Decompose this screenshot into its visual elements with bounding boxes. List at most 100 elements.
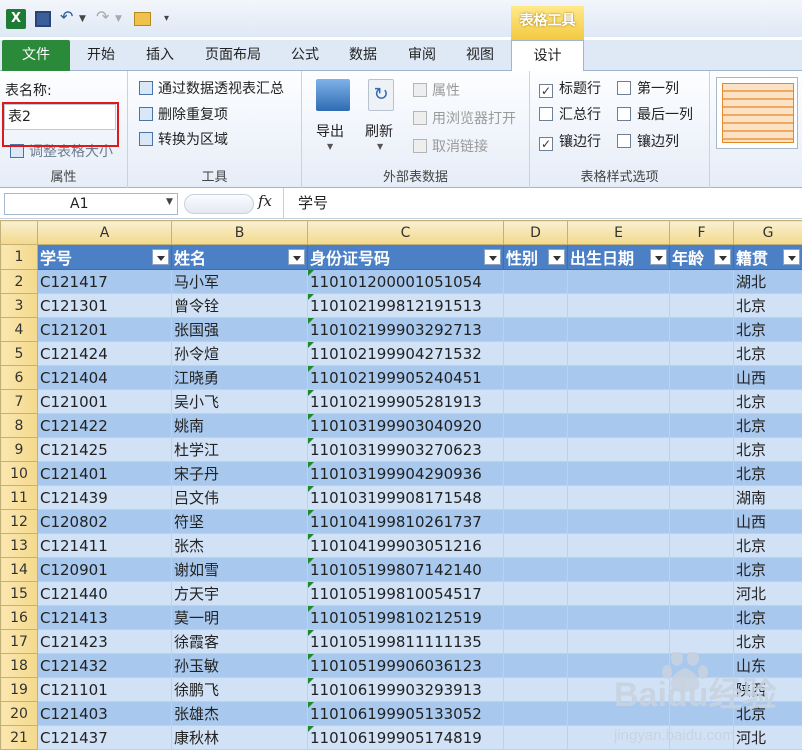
table-cell[interactable]: C121404 [38,366,172,390]
table-cell[interactable] [670,486,734,510]
table-cell[interactable]: 曾令铨 [172,294,308,318]
table-cell[interactable] [568,630,670,654]
insert-function-icon[interactable]: fx [258,192,272,210]
table-cell[interactable]: 莫一明 [172,606,308,630]
table-cell[interactable]: 110104199903051216 [308,534,504,558]
tab-insert[interactable]: 插入 [138,40,182,71]
undo-dropdown-icon[interactable]: ▼ [79,14,86,24]
row-header-11[interactable]: 11 [1,486,38,510]
customize-toolbar-icon[interactable]: ▾ [164,13,169,24]
table-cell[interactable] [670,534,734,558]
table-style-gallery[interactable] [716,77,798,149]
table-cell[interactable] [568,390,670,414]
table-cell[interactable] [568,582,670,606]
first-column-checkbox[interactable]: 第一列 [617,78,679,98]
row-header-4[interactable]: 4 [1,318,38,342]
row-header-3[interactable]: 3 [1,294,38,318]
table-cell[interactable]: C121440 [38,582,172,606]
table-cell[interactable]: 110106199905133052 [308,702,504,726]
table-cell[interactable]: C121417 [38,270,172,294]
table-cell[interactable] [504,318,568,342]
row-header-7[interactable]: 7 [1,390,38,414]
table-cell[interactable]: 江晓勇 [172,366,308,390]
table-cell[interactable]: 杜学江 [172,438,308,462]
table-cell[interactable] [504,702,568,726]
table-cell[interactable]: C121424 [38,342,172,366]
row-header-10[interactable]: 10 [1,462,38,486]
redo-icon[interactable]: ↷ [96,7,109,26]
table-cell[interactable]: 北京 [734,390,802,414]
filter-dropdown-icon[interactable] [783,249,800,265]
column-header-e[interactable]: E [568,221,670,245]
row-header-19[interactable]: 19 [1,678,38,702]
row-header-5[interactable]: 5 [1,342,38,366]
table-cell[interactable]: 北京 [734,438,802,462]
table-cell[interactable]: 河北 [734,582,802,606]
table-cell[interactable]: 110105199810212519 [308,606,504,630]
undo-icon[interactable]: ↶ [60,7,73,26]
table-cell[interactable]: 北京 [734,606,802,630]
filter-dropdown-icon[interactable] [548,249,565,265]
table-cell[interactable]: 110102199812191513 [308,294,504,318]
table-header-cell[interactable]: 年龄 [670,245,734,270]
row-header-16[interactable]: 16 [1,606,38,630]
table-cell[interactable]: 北京 [734,318,802,342]
table-cell[interactable] [504,342,568,366]
table-cell[interactable] [504,438,568,462]
select-all-corner[interactable] [1,221,38,245]
remove-duplicates-button[interactable]: 删除重复项 [139,104,228,124]
formula-bar-divider-handle[interactable] [184,194,254,214]
table-cell[interactable] [504,414,568,438]
banded-rows-checkbox[interactable]: ✓镶边行 [539,131,601,151]
table-cell[interactable]: 110104199810261737 [308,510,504,534]
table-cell[interactable]: C121425 [38,438,172,462]
table-cell[interactable] [504,654,568,678]
filter-dropdown-icon[interactable] [484,249,501,265]
table-cell[interactable]: 谢如雪 [172,558,308,582]
table-cell[interactable] [568,366,670,390]
table-cell[interactable] [568,318,670,342]
column-header-c[interactable]: C [308,221,504,245]
filter-dropdown-icon[interactable] [714,249,731,265]
table-cell[interactable]: 110103199903270623 [308,438,504,462]
table-cell[interactable]: 宋子丹 [172,462,308,486]
table-header-cell[interactable]: 籍贯 [734,245,802,270]
table-cell[interactable]: 山西 [734,366,802,390]
tab-data[interactable]: 数据 [341,40,385,71]
table-cell[interactable] [670,510,734,534]
open-folder-icon[interactable] [134,12,151,26]
table-cell[interactable]: 110105199810054517 [308,582,504,606]
tab-page-layout[interactable]: 页面布局 [198,40,268,71]
table-header-cell[interactable]: 学号 [38,245,172,270]
table-cell[interactable]: 张杰 [172,534,308,558]
column-header-d[interactable]: D [504,221,568,245]
table-cell[interactable]: C121401 [38,462,172,486]
table-cell[interactable]: 孙令煊 [172,342,308,366]
table-cell[interactable]: 110102199903292713 [308,318,504,342]
table-cell[interactable]: C120901 [38,558,172,582]
table-cell[interactable]: 110105199906036123 [308,654,504,678]
pivot-summary-button[interactable]: 通过数据透视表汇总 [139,78,284,98]
table-cell[interactable]: 北京 [734,342,802,366]
table-cell[interactable]: 徐鹏飞 [172,678,308,702]
table-cell[interactable]: 110105199807142140 [308,558,504,582]
row-header-20[interactable]: 20 [1,702,38,726]
table-cell[interactable]: C121101 [38,678,172,702]
table-cell[interactable]: 湖北 [734,270,802,294]
table-cell[interactable]: 110106199903293913 [308,678,504,702]
table-cell[interactable] [670,318,734,342]
table-cell[interactable]: 姚南 [172,414,308,438]
table-cell[interactable] [670,342,734,366]
table-cell[interactable] [504,582,568,606]
table-cell[interactable] [568,294,670,318]
row-header-12[interactable]: 12 [1,510,38,534]
row-header-6[interactable]: 6 [1,366,38,390]
table-header-cell[interactable]: 姓名 [172,245,308,270]
table-cell[interactable] [504,366,568,390]
row-header-18[interactable]: 18 [1,654,38,678]
table-style-thumbnail[interactable] [722,83,794,143]
tab-design[interactable]: 设计 [511,40,584,72]
table-cell[interactable]: 湖南 [734,486,802,510]
table-cell[interactable] [670,438,734,462]
table-cell[interactable] [670,582,734,606]
